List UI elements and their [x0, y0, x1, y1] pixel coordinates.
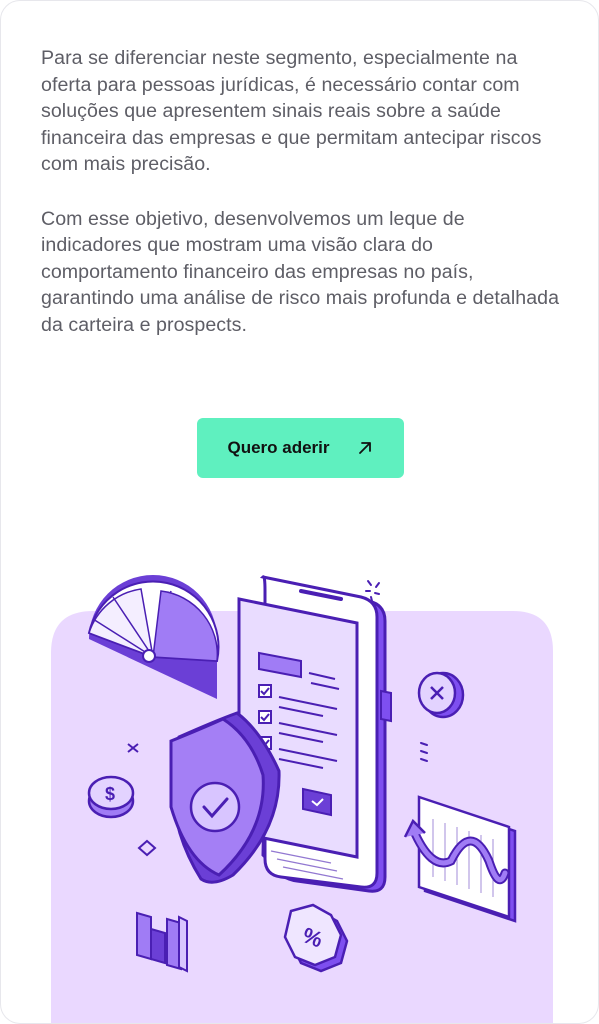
paragraph-1: Para se diferenciar neste segmento, espe… [41, 47, 542, 175]
arrow-up-right-icon [356, 439, 374, 457]
financial-security-illustration: $ % [1, 561, 598, 1023]
description-text: Para se diferenciar neste segmento, espe… [41, 45, 566, 366]
dollar-coin-icon: $ [87, 775, 135, 819]
paragraph-2: Com esse objetivo, desenvolvemos um lequ… [41, 207, 560, 336]
join-button-label: Quero aderir [227, 438, 330, 457]
content-card: Para se diferenciar neste segmento, espe… [0, 0, 599, 1024]
join-button[interactable]: Quero aderir [197, 418, 404, 478]
dollar-symbol: $ [105, 784, 115, 804]
